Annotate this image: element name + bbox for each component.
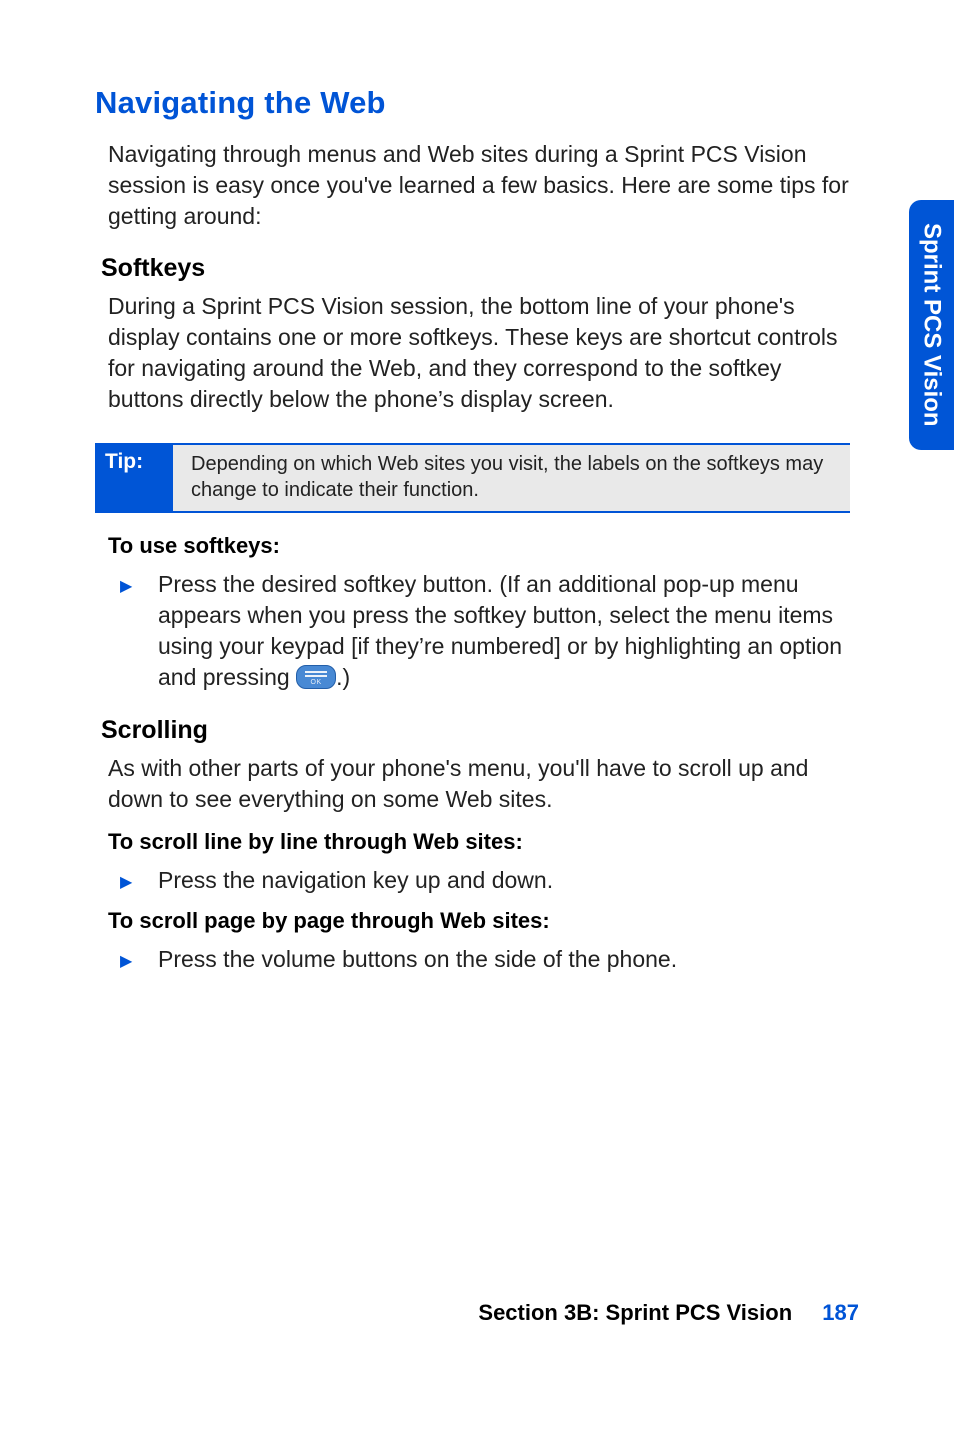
bullet-triangle-icon: ▶ xyxy=(120,576,158,596)
scroll-page-label: To scroll page by page through Web sites… xyxy=(95,908,859,934)
scrolling-body: As with other parts of your phone's menu… xyxy=(95,753,859,815)
footer-page-number: 187 xyxy=(798,1300,859,1325)
scrolling-heading: Scrolling xyxy=(95,716,859,745)
to-use-softkeys-label: To use softkeys: xyxy=(95,533,859,559)
page-title: Navigating the Web xyxy=(95,85,859,121)
bullet-text-before: Press the desired softkey button. (If an… xyxy=(158,571,842,690)
bullet-triangle-icon: ▶ xyxy=(120,872,158,892)
softkeys-bullet-text: Press the desired softkey button. (If an… xyxy=(158,569,859,693)
scroll-line-bullet-text: Press the navigation key up and down. xyxy=(158,865,553,896)
menu-ok-key-icon xyxy=(296,665,336,689)
footer-section: Section 3B: Sprint PCS Vision xyxy=(478,1300,792,1325)
tip-callout: Tip: Depending on which Web sites you vi… xyxy=(95,443,850,513)
manual-page: Navigating the Web Navigating through me… xyxy=(0,0,954,1431)
tip-text: Depending on which Web sites you visit, … xyxy=(173,445,850,511)
intro-paragraph: Navigating through menus and Web sites d… xyxy=(95,139,859,232)
scroll-page-bullet-text: Press the volume buttons on the side of … xyxy=(158,944,677,975)
scroll-line-label: To scroll line by line through Web sites… xyxy=(95,829,859,855)
softkeys-heading: Softkeys xyxy=(95,254,859,283)
scroll-page-bullet-row: ▶ Press the volume buttons on the side o… xyxy=(95,944,859,975)
page-footer: Section 3B: Sprint PCS Vision 187 xyxy=(478,1300,859,1326)
bullet-text-after: .) xyxy=(336,664,350,690)
bullet-triangle-icon: ▶ xyxy=(120,951,158,971)
softkeys-bullet-row: ▶ Press the desired softkey button. (If … xyxy=(95,569,859,693)
softkeys-body: During a Sprint PCS Vision session, the … xyxy=(95,291,859,415)
scroll-line-bullet-row: ▶ Press the navigation key up and down. xyxy=(95,865,859,896)
thumb-tab-label: Sprint PCS Vision xyxy=(918,223,946,427)
thumb-tab: Sprint PCS Vision xyxy=(909,200,954,450)
tip-label: Tip: xyxy=(95,445,173,511)
